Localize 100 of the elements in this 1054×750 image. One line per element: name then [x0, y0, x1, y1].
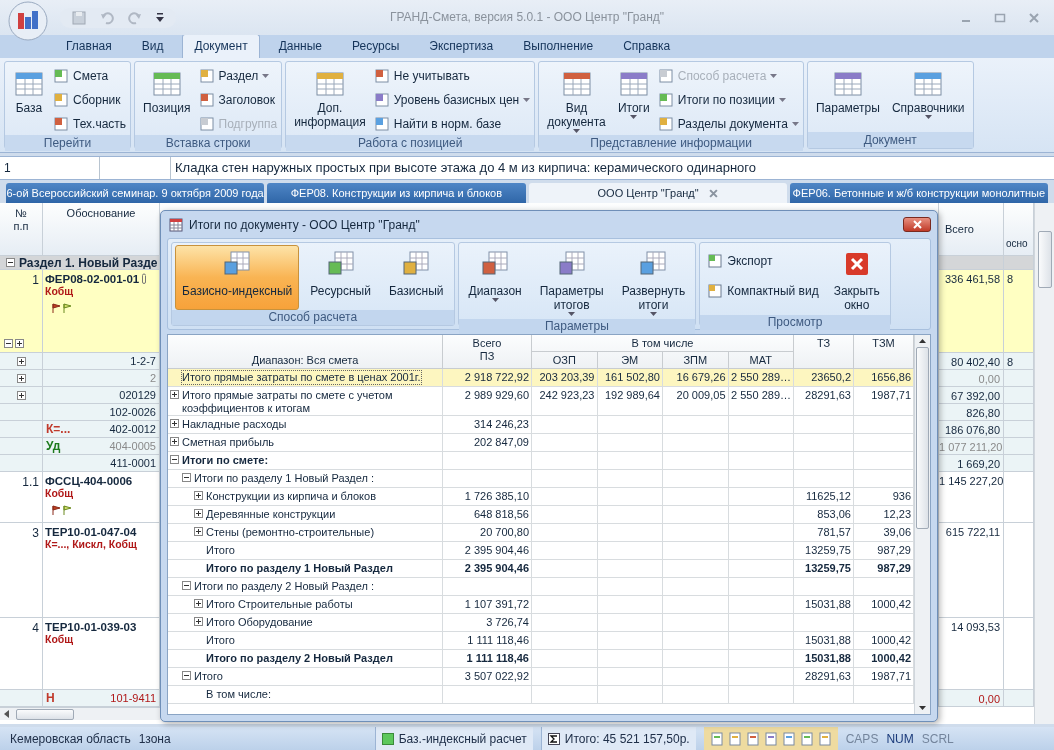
ribbon-button[interactable]: Заголовок: [198, 89, 278, 111]
ribbon-button[interactable]: Параметры: [811, 65, 884, 132]
table-row[interactable]: Итоги по разделу 2 Новый Раздел :: [168, 578, 914, 596]
table-cell: 1 111 118,46: [467, 634, 529, 646]
horizontal-scrollbar[interactable]: [0, 707, 160, 720]
expand-icon[interactable]: [194, 617, 203, 626]
expand-icon[interactable]: [170, 390, 179, 399]
table-row[interactable]: Сметная прибыль 202 847,09: [168, 434, 914, 452]
table-row[interactable]: Итого прямые затраты по смете в ценах 2001г. 2 918 722,92 203 203,39 161 502,80 16 679,26 2 550 289… 23650,2 1656,86: [168, 369, 914, 387]
document-tab[interactable]: ООО Центр "Гранд": [528, 183, 787, 203]
expand-icon[interactable]: [170, 419, 179, 428]
mode-label: Баз.-индексный расчет: [398, 731, 527, 746]
ribbon-button[interactable]: Базисный: [381, 245, 451, 310]
collapse-icon[interactable]: [4, 339, 13, 348]
menu-tab[interactable]: Экспертиза: [418, 35, 505, 58]
ribbon-button[interactable]: Вид документа: [543, 65, 610, 135]
ribbon-button[interactable]: Итоги: [613, 65, 654, 135]
table-row[interactable]: Итого по разделу 1 Новый Раздел 2 395 904,46 13259,75 987,29: [168, 560, 914, 578]
expand-icon[interactable]: [194, 527, 203, 536]
ribbon-button[interactable]: Параметры итогов: [532, 245, 611, 319]
ribbon-button[interactable]: Диапазон: [461, 245, 529, 319]
scroll-up-icon[interactable]: [919, 339, 926, 343]
ribbon-button[interactable]: Позиция: [139, 65, 195, 135]
expand-icon[interactable]: [194, 599, 203, 608]
menu-tab[interactable]: Ресурсы: [341, 35, 411, 58]
ribbon-button[interactable]: Справочники: [887, 65, 969, 132]
table-cell: 15031,88: [805, 634, 851, 646]
table-row[interactable]: В том числе:: [168, 686, 914, 704]
document-tab[interactable]: ФЕР06. Бетонные и ж/б конструкции монолитные: [789, 183, 1048, 203]
expand-icon[interactable]: [16, 390, 26, 400]
table-row[interactable]: Накладные расходы 314 246,23: [168, 416, 914, 434]
ribbon-button[interactable]: Закрыть окно: [826, 245, 887, 315]
ribbon-button[interactable]: Найти в норм. базе: [373, 113, 531, 135]
ribbon-button[interactable]: Ресурсный: [303, 245, 378, 310]
collapse-icon[interactable]: [182, 473, 191, 482]
ribbon-button[interactable]: Разделы документа: [657, 113, 799, 135]
ribbon-button[interactable]: Смета: [53, 65, 127, 87]
expand-icon[interactable]: [170, 437, 179, 446]
row-label: Итого Строительные работы: [206, 598, 353, 611]
table-row[interactable]: Итого 3 507 022,92 28291,63 1987,71: [168, 668, 914, 686]
ribbon-button[interactable]: Не учитывать: [373, 65, 531, 87]
table-cell: 648 818,56: [473, 508, 529, 520]
table-row[interactable]: Деревянные конструкции 648 818,56 853,06 12,23: [168, 506, 914, 524]
table-cell: 192 989,64: [604, 389, 660, 401]
ribbon-button[interactable]: Базисно-индексный: [175, 245, 300, 310]
vertical-scrollbar[interactable]: [1034, 203, 1054, 724]
menu-tab[interactable]: Справка: [612, 35, 682, 58]
table-row[interactable]: Итоги по разделу 1 Новый Раздел :: [168, 470, 914, 488]
collapse-icon[interactable]: [6, 258, 15, 267]
total-value: 1 145 227,20: [939, 475, 1004, 487]
menu-tab[interactable]: Выполнение: [512, 35, 605, 58]
app-logo-icon[interactable]: [8, 0, 48, 41]
caret-icon[interactable]: [156, 12, 164, 23]
collapse-icon[interactable]: [182, 671, 191, 680]
document-icon[interactable]: [745, 731, 760, 746]
expand-icon[interactable]: [16, 356, 26, 366]
expand-icon[interactable]: [16, 373, 26, 383]
table-row[interactable]: Стены (ремонтно-строительные) 20 700,80 781,57 39,06: [168, 524, 914, 542]
table-row[interactable]: Итого 1 111 118,46 15031,88 1000,42: [168, 632, 914, 650]
vertical-scrollbar[interactable]: [914, 335, 930, 714]
table-row[interactable]: Итоги по смете:: [168, 452, 914, 470]
scroll-left-icon[interactable]: [4, 710, 10, 718]
ribbon-button[interactable]: База: [9, 65, 49, 135]
ribbon-button[interactable]: Тех.часть: [53, 113, 127, 135]
document-icon[interactable]: [781, 731, 796, 746]
region-label: Кемеровская область: [10, 731, 131, 746]
close-icon[interactable]: [708, 188, 718, 198]
menu-tab[interactable]: Вид: [130, 35, 175, 58]
table-row[interactable]: Итого по разделу 2 Новый Раздел 1 111 118,46 15031,88 1000,42: [168, 650, 914, 668]
ribbon-button[interactable]: Экспорт: [703, 251, 823, 271]
menu-tab[interactable]: Данные: [267, 35, 333, 58]
formula-field[interactable]: Кладка стен наружных простых при высоте этажа до 4 м из кирпича: керамического одинарного: [171, 157, 1054, 179]
table-row[interactable]: Итого Строительные работы 1 107 391,72 15031,88 1000,42: [168, 596, 914, 614]
table-row[interactable]: Конструкции из кирпича и блоков 1 726 385,10 11625,12 936: [168, 488, 914, 506]
ribbon-button[interactable]: Раздел: [198, 65, 278, 87]
ribbon-button[interactable]: Доп. информация: [290, 65, 370, 135]
document-tab[interactable]: ФЕР08. Конструкции из кирпича и блоков: [267, 183, 526, 203]
menu-tab[interactable]: Главная: [55, 35, 123, 58]
table-cell: 203 203,39: [539, 371, 595, 383]
ribbon-button[interactable]: Уровень базисных цен: [373, 89, 531, 111]
ribbon-button[interactable]: Итоги по позиции: [657, 89, 799, 111]
collapse-icon[interactable]: [182, 581, 191, 590]
ribbon-button[interactable]: Развернуть итоги: [614, 245, 693, 319]
ribbon-button[interactable]: Компактный вид: [703, 281, 823, 301]
table-row[interactable]: Итого прямые затраты по смете с учетом коэффициентов к итогам 2 989 929,60 242 923,23 192 989,64 20 009,05 2 550 289… 28291,63 1987,71: [168, 387, 914, 416]
table-row[interactable]: Итого Оборудование 3 726,74: [168, 614, 914, 632]
ribbon-button[interactable]: Сборник: [53, 89, 127, 111]
menu-tab[interactable]: Документ: [182, 34, 260, 58]
document-icon[interactable]: [763, 731, 778, 746]
expand-icon[interactable]: [194, 491, 203, 500]
document-tab[interactable]: 6-ой Всероссийский семинар. 9 октября 2009 года: [6, 183, 265, 203]
group-title: Просмотр: [700, 315, 890, 330]
close-button[interactable]: [903, 217, 931, 232]
collapse-icon[interactable]: [170, 455, 179, 464]
document-icon: [53, 92, 69, 108]
table-row[interactable]: Итого 2 395 904,46 13259,75 987,29: [168, 542, 914, 560]
expand-icon[interactable]: [15, 339, 24, 348]
expand-icon[interactable]: [194, 509, 203, 518]
total-value: 1 077 211,20: [939, 441, 1003, 453]
cell-field[interactable]: 1: [0, 157, 100, 179]
